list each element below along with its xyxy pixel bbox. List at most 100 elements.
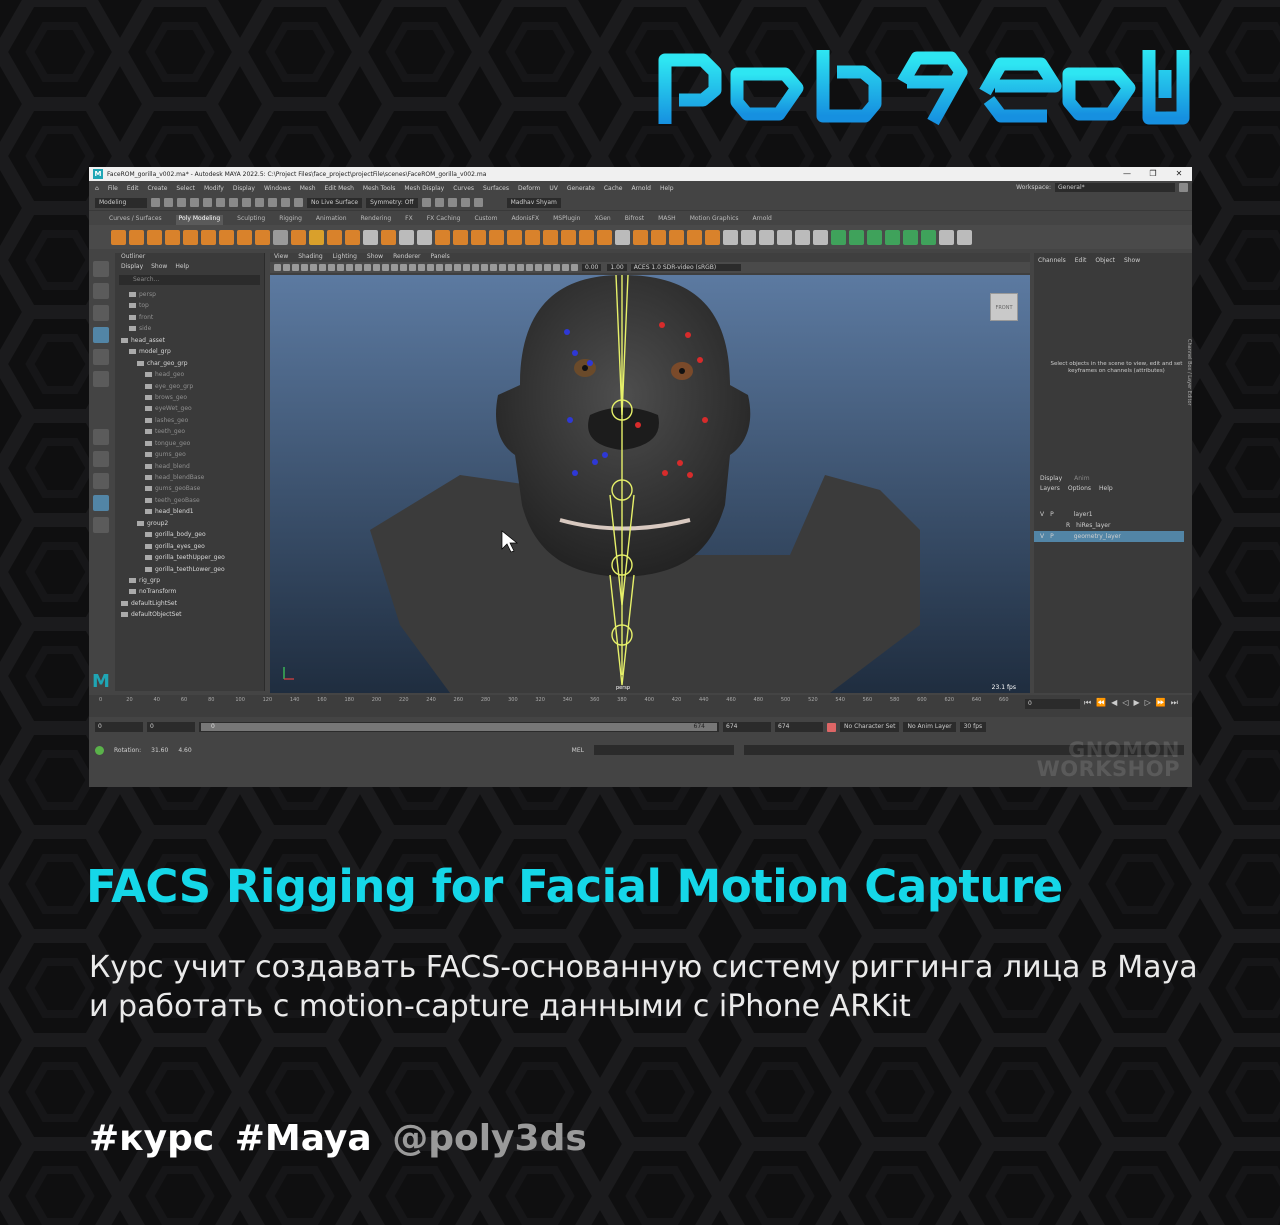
- home-icon[interactable]: ⌂: [95, 185, 99, 192]
- view-cube[interactable]: FRONT: [990, 293, 1018, 321]
- lasso-tool-icon[interactable]: [93, 283, 109, 299]
- layer-tab-anim[interactable]: Anim: [1074, 475, 1089, 485]
- shelf-tab[interactable]: FX: [405, 215, 413, 225]
- outliner-item[interactable]: head_blend1: [115, 506, 264, 517]
- step-forward-key-icon[interactable]: ⏩: [1156, 698, 1166, 708]
- shelf-tool-icon[interactable]: [363, 229, 378, 245]
- go-to-start-icon[interactable]: ⏮: [1084, 698, 1091, 708]
- render-settings-icon[interactable]: [447, 198, 457, 207]
- shelf-tab[interactable]: Sculpting: [237, 215, 265, 225]
- menu-cache[interactable]: Cache: [604, 185, 623, 192]
- outliner-item[interactable]: gorilla_teethLower_geo: [115, 564, 264, 575]
- undo-icon[interactable]: [190, 198, 199, 207]
- viewport-tool-icon[interactable]: [391, 264, 398, 271]
- channel-menu-channels[interactable]: Channels: [1038, 257, 1066, 265]
- close-icon[interactable]: ✕: [1166, 167, 1192, 181]
- outliner-item[interactable]: defaultLightSet: [115, 598, 264, 609]
- shelf-tool-icon[interactable]: [417, 229, 432, 245]
- menu-uv[interactable]: UV: [549, 185, 558, 192]
- shelf-tool-icon[interactable]: [435, 229, 450, 245]
- shelf-tool-icon[interactable]: [633, 229, 648, 245]
- shelf-tool-icon[interactable]: [201, 229, 216, 245]
- outliner-menu-help[interactable]: Help: [175, 263, 189, 273]
- outliner-item[interactable]: noTransform: [115, 586, 264, 597]
- outliner-item[interactable]: model_grp: [115, 346, 264, 357]
- shelf-tool-icon[interactable]: [741, 229, 756, 245]
- viewport-tool-icon[interactable]: [472, 264, 479, 271]
- viewport-tool-icon[interactable]: [310, 264, 317, 271]
- shelf-tool-icon[interactable]: [597, 229, 612, 245]
- layer-playback[interactable]: P: [1050, 509, 1054, 520]
- shelf-tool-icon[interactable]: [327, 229, 342, 245]
- select-tool-icon[interactable]: [93, 261, 109, 277]
- playback-start-field[interactable]: 0: [147, 722, 195, 732]
- command-input[interactable]: [593, 745, 734, 755]
- outliner-item[interactable]: teeth_geo: [115, 426, 264, 437]
- viewport-tool-icon[interactable]: [535, 264, 542, 271]
- layer-menu-help[interactable]: Help: [1099, 485, 1113, 495]
- viewport-scene[interactable]: FRONT persp 23.1 fps: [270, 275, 1030, 693]
- viewport-tool-icon[interactable]: [454, 264, 461, 271]
- layer-menu-layers[interactable]: Layers: [1040, 485, 1060, 495]
- layer-playback[interactable]: P: [1050, 531, 1054, 542]
- viewport-tool-icon[interactable]: [283, 264, 290, 271]
- shelf-tool-icon[interactable]: [561, 229, 576, 245]
- snap-curve-icon[interactable]: [268, 198, 277, 207]
- outliner-menu-show[interactable]: Show: [151, 263, 167, 273]
- workspace-select[interactable]: General*: [1055, 183, 1175, 192]
- layer-visibility[interactable]: V: [1040, 509, 1044, 520]
- viewport-tool-icon[interactable]: [364, 264, 371, 271]
- menu-arnold[interactable]: Arnold: [632, 185, 651, 192]
- playback-end-field[interactable]: 674: [723, 722, 771, 732]
- new-scene-icon[interactable]: [151, 198, 160, 207]
- layer-menu-options[interactable]: Options: [1068, 485, 1091, 495]
- viewport-tool-icon[interactable]: [274, 264, 281, 271]
- viewport-tool-icon[interactable]: [544, 264, 551, 271]
- viewport-menu-view[interactable]: View: [274, 253, 288, 262]
- two-pane-icon[interactable]: [93, 473, 109, 489]
- minimize-icon[interactable]: —: [1114, 167, 1140, 181]
- snap-point-icon[interactable]: [281, 198, 290, 207]
- shelf-tool-icon[interactable]: [849, 229, 864, 245]
- viewport-menu-show[interactable]: Show: [367, 253, 383, 262]
- outliner-item[interactable]: eyeWet_geo: [115, 403, 264, 414]
- menu-mesh[interactable]: Mesh: [300, 185, 316, 192]
- layer-tab-display[interactable]: Display: [1040, 475, 1062, 485]
- maximize-icon[interactable]: ❐: [1140, 167, 1166, 181]
- menu-mesh-tools[interactable]: Mesh Tools: [363, 185, 395, 192]
- hashtag-maya[interactable]: #Maya: [235, 1118, 372, 1159]
- shelf-tool-icon[interactable]: [831, 229, 846, 245]
- shelf-tab[interactable]: MSPlugin: [553, 215, 580, 225]
- shelf-tab[interactable]: Bifrost: [625, 215, 644, 225]
- channel-menu-object[interactable]: Object: [1095, 257, 1115, 265]
- side-tab-channel-box[interactable]: Channel Box / Layer Editor: [1182, 339, 1192, 579]
- shelf-tool-icon[interactable]: [111, 229, 126, 245]
- viewport-tool-icon[interactable]: [445, 264, 452, 271]
- shelf-tool-icon[interactable]: [957, 229, 972, 245]
- viewport-menu-lighting[interactable]: Lighting: [333, 253, 357, 262]
- shelf-tool-icon[interactable]: [273, 229, 288, 245]
- viewport-tool-icon[interactable]: [427, 264, 434, 271]
- outliner-item[interactable]: gums_geo: [115, 449, 264, 460]
- shelf-tab[interactable]: XGen: [594, 215, 610, 225]
- ipr-icon[interactable]: [434, 198, 444, 207]
- shelf-tab[interactable]: AdonisFX: [511, 215, 539, 225]
- shelf-tool-icon[interactable]: [669, 229, 684, 245]
- save-scene-icon[interactable]: [177, 198, 186, 207]
- shelf-tool-icon[interactable]: [543, 229, 558, 245]
- viewport-menu-panels[interactable]: Panels: [430, 253, 449, 262]
- shelf-tool-icon[interactable]: [615, 229, 630, 245]
- menu-deform[interactable]: Deform: [518, 185, 540, 192]
- outliner-item[interactable]: gorilla_body_geo: [115, 529, 264, 540]
- menuset-select[interactable]: Modeling: [95, 197, 147, 208]
- single-pane-icon[interactable]: [93, 429, 109, 445]
- shelf-tool-icon[interactable]: [489, 229, 504, 245]
- shelf-tool-icon[interactable]: [309, 229, 324, 245]
- open-scene-icon[interactable]: [164, 198, 173, 207]
- menu-modify[interactable]: Modify: [204, 185, 224, 192]
- paint-select-icon[interactable]: [93, 305, 109, 321]
- shelf-tool-icon[interactable]: [471, 229, 486, 245]
- shelf-tool-icon[interactable]: [795, 229, 810, 245]
- outliner-menu-display[interactable]: Display: [121, 263, 143, 273]
- outliner-item[interactable]: head_blendBase: [115, 472, 264, 483]
